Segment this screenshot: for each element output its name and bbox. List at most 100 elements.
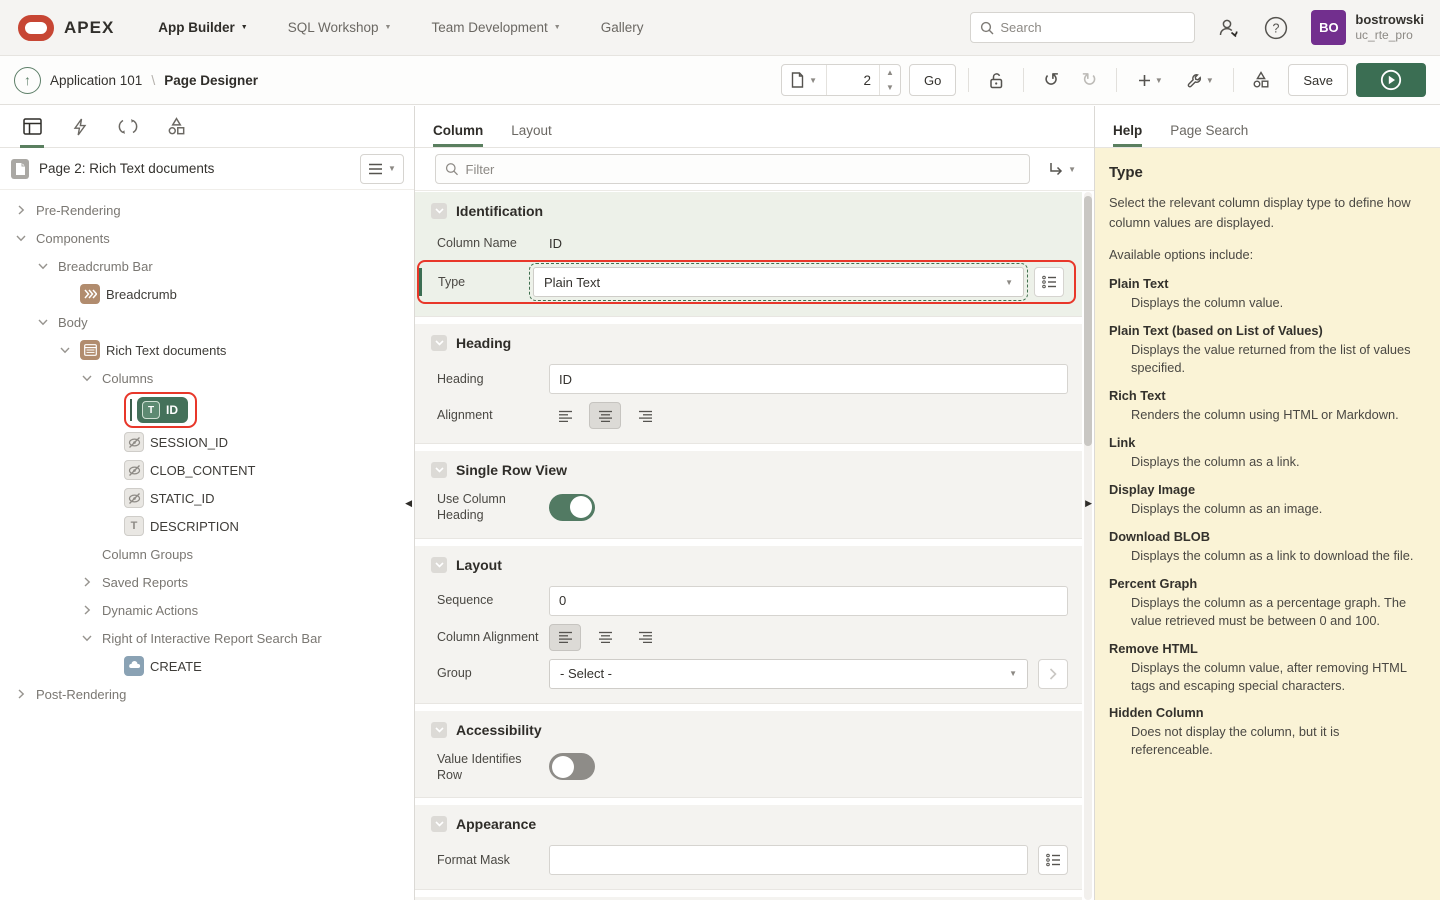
tab-page-search[interactable]: Page Search [1156,113,1262,147]
filter-input[interactable] [466,162,1021,177]
tree-menu-button[interactable]: ▼ [360,154,404,184]
tree-item-body[interactable]: Body [0,308,414,336]
tree-item-description[interactable]: TDESCRIPTION [0,512,414,540]
chevron-down-icon: ▼ [1068,165,1076,174]
collapse-section-icon[interactable] [431,816,447,832]
help-icon[interactable]: ? [1263,15,1289,41]
run-button[interactable] [1356,63,1426,97]
go-button[interactable]: Go [909,64,956,96]
align-left-button[interactable] [549,402,581,429]
column-name-value: ID [549,236,562,251]
help-options-list: Plain TextDisplays the column value.Plai… [1109,276,1420,759]
chevron-down-icon: ▼ [385,24,392,31]
type-select[interactable]: Plain Text ▼ [533,267,1024,297]
properties-scrollbar[interactable] [1084,192,1092,900]
tree-item-static-id[interactable]: STATIC_ID [0,484,414,512]
create-plus-icon[interactable]: ▼ [1129,64,1171,96]
tree-item-session-id[interactable]: SESSION_ID [0,428,414,456]
save-button[interactable]: Save [1288,64,1348,96]
tree-item-breadcrumb-bar[interactable]: Breadcrumb Bar [0,252,414,280]
tab-column[interactable]: Column [419,113,497,147]
nav-app-builder[interactable]: App Builder▼ [140,12,265,43]
collapse-section-icon[interactable] [431,335,447,351]
help-option-plain-text-based-on-list-of-values: Plain Text (based on List of Values) [1109,323,1420,338]
apex-brand[interactable]: APEX [0,15,140,41]
rendering-tree: Pre-RenderingComponentsBreadcrumb BarBre… [0,190,414,708]
button-icon [124,656,144,676]
redo-icon[interactable]: ↻ [1074,64,1104,96]
oracle-logo-icon [18,15,54,41]
chevron-down-icon: ▼ [1206,76,1214,85]
format-mask-lov-button[interactable] [1038,845,1068,875]
tree-item-dynamic-actions[interactable]: Dynamic Actions [0,596,414,624]
undo-icon[interactable]: ↺ [1036,64,1066,96]
column-align-center-button[interactable] [589,624,621,651]
collapse-section-icon[interactable] [431,557,447,573]
tab-help[interactable]: Help [1099,113,1156,147]
collapse-section-icon[interactable] [431,462,447,478]
breadcrumb-app[interactable]: Application 101 [50,73,142,88]
tree-item-id[interactable]: T ID [0,392,414,428]
column-align-right-button[interactable] [629,624,661,651]
tree-item-column-groups[interactable]: Column Groups [0,540,414,568]
property-filter[interactable] [435,154,1030,184]
tree-item-clob-content[interactable]: CLOB_CONTENT [0,456,414,484]
heading-input[interactable] [549,364,1068,394]
tree-item-saved-reports[interactable]: Saved Reports [0,568,414,596]
user-menu[interactable]: BO bostrowski uc_rte_pro [1311,10,1424,45]
shared-components-tab-icon[interactable] [154,106,198,148]
search-input[interactable] [1000,20,1170,35]
list-of-values-icon [1046,853,1061,867]
chevron-down-icon: ▼ [1009,669,1017,678]
unlock-icon[interactable] [981,64,1011,96]
run-icon [1380,69,1402,91]
align-center-button[interactable] [589,402,621,429]
go-up-icon[interactable]: ↑ [14,67,41,94]
go-to-group-button[interactable]: ▼ [1040,161,1084,177]
collapse-left-panel-icon[interactable]: ◀ [405,498,412,509]
tree-item-breadcrumb[interactable]: Breadcrumb [0,280,414,308]
admin-icon[interactable] [1217,17,1241,39]
tree-item-post-rendering[interactable]: Post-Rendering [0,680,414,708]
page-step-up-icon[interactable]: ▲ [880,65,900,80]
group-select[interactable]: - Select - ▼ [549,659,1028,689]
chevron-down-icon: ▼ [809,76,817,85]
collapse-section-icon[interactable] [431,203,447,219]
nav-gallery[interactable]: Gallery [583,12,662,43]
sequence-input[interactable] [549,586,1068,616]
nav-team-development[interactable]: Team Development▼ [413,12,578,43]
tree-item-right-of-interactive-report-search-bar[interactable]: Right of Interactive Report Search Bar [0,624,414,652]
selected-column-id[interactable]: T ID [137,397,188,423]
page-step-down-icon[interactable]: ▼ [880,80,900,95]
value-identifies-row-toggle[interactable] [549,753,595,780]
value-identifies-row-label: Value Identifies Row [437,751,549,784]
column-alignment-group [549,624,661,651]
page-select-button[interactable]: ▼ [782,65,827,95]
collapse-right-panel-icon[interactable]: ▶ [1085,498,1092,509]
processing-tab-icon[interactable] [106,106,150,148]
dynamic-actions-tab-icon[interactable] [58,106,102,148]
tree-item-columns[interactable]: Columns [0,364,414,392]
rendering-tab-icon[interactable] [10,106,54,148]
shared-components-icon[interactable] [1246,64,1276,96]
utilities-wrench-icon[interactable]: ▼ [1179,64,1221,96]
chevron-down-icon: ▼ [1005,278,1013,287]
collapse-section-icon[interactable] [431,722,447,738]
hidden-column-icon [124,488,144,508]
global-search[interactable] [970,12,1195,43]
heading-alignment-group [549,402,661,429]
section-layout: Layout Sequence Column Alignment [415,546,1082,704]
column-align-left-button[interactable] [549,624,581,651]
type-lov-button[interactable] [1034,267,1064,297]
align-right-button[interactable] [629,402,661,429]
use-column-heading-toggle[interactable] [549,494,595,521]
page-number-input[interactable]: 2 [827,73,879,88]
nav-sql-workshop[interactable]: SQL Workshop▼ [270,12,410,43]
tree-item-components[interactable]: Components [0,224,414,252]
format-mask-input[interactable] [549,845,1028,875]
tree-item-rich-text-documents[interactable]: Rich Text documents [0,336,414,364]
group-go-button[interactable] [1038,659,1068,689]
tree-item-create[interactable]: CREATE [0,652,414,680]
tab-layout[interactable]: Layout [497,113,566,147]
tree-item-pre-rendering[interactable]: Pre-Rendering [0,196,414,224]
